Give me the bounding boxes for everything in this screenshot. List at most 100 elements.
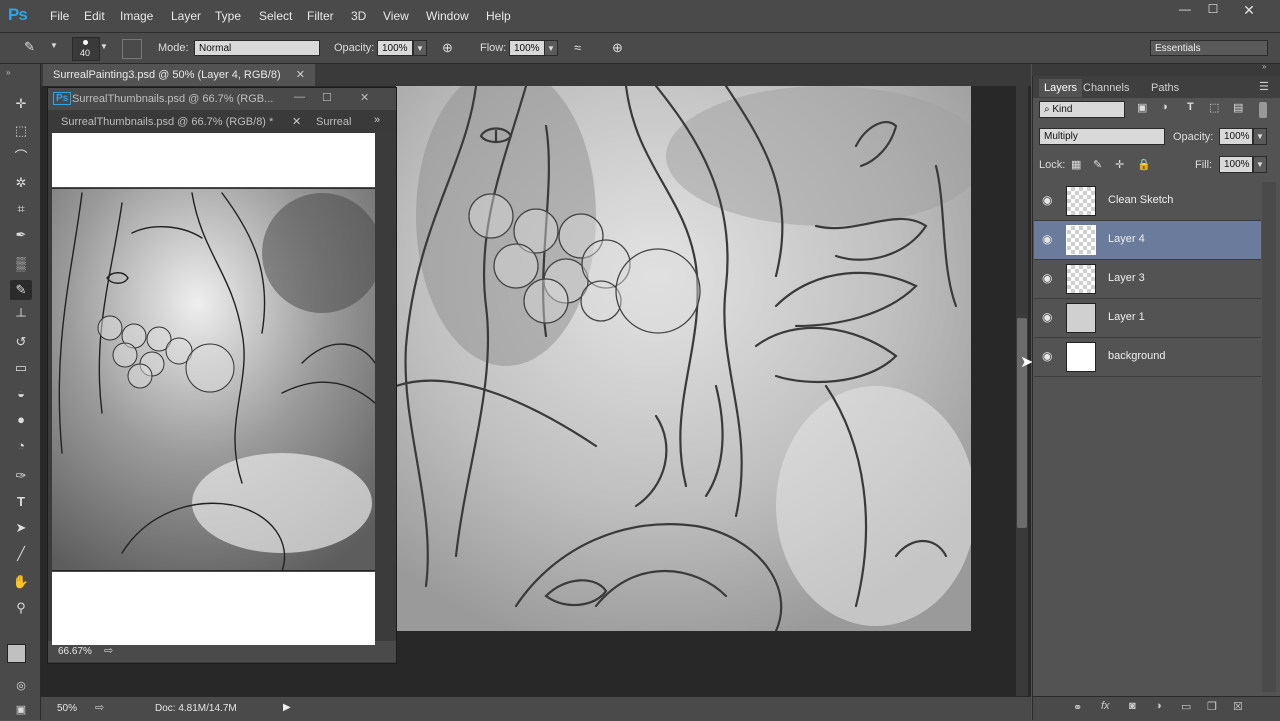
link-layers-icon[interactable]: ⚭ [1073,701,1082,714]
main-canvas[interactable] [396,86,971,631]
history-brush-tool-icon[interactable]: ↺ [10,332,32,352]
delete-layer-icon[interactable]: ☒ [1233,700,1243,713]
menu-edit[interactable]: Edit [84,9,105,23]
screen-mode-icon[interactable]: ▣ [10,700,32,720]
menu-file[interactable]: File [50,9,69,23]
thumbnail-canvas[interactable] [52,133,375,645]
collapse-panels-icon[interactable]: » [1262,62,1266,71]
menu-view[interactable]: View [383,9,409,23]
floating-zoom-level[interactable]: 66.67% [58,646,92,657]
floating-tab-2[interactable]: Surreal [316,116,351,128]
workspace-select[interactable]: Essentials [1150,40,1268,56]
flow-input[interactable]: 100% [509,40,545,56]
lock-transparent-icon[interactable]: ▦ [1071,158,1081,171]
eye-icon[interactable]: ◉ [1042,232,1052,246]
opacity-input[interactable]: 100% [377,40,413,56]
collapse-icon[interactable]: » [6,68,10,77]
layer-filter-kind-select[interactable]: ⌕ Kind [1039,101,1125,118]
chevron-down-icon[interactable]: ▼ [50,41,58,50]
canvas-vertical-scrollbar[interactable] [1016,86,1028,696]
layer-row-clean-sketch[interactable]: ◉ Clean Sketch [1034,182,1261,221]
share-icon[interactable]: ⇨ [104,644,113,657]
move-tool-icon[interactable]: ✛ [10,94,32,114]
fill-dropdown-icon[interactable]: ▼ [1253,156,1267,173]
adjustment-layer-icon[interactable]: ◑ [1155,700,1162,712]
close-icon[interactable]: ✕ [1236,2,1262,18]
layer-opacity-dropdown-icon[interactable]: ▼ [1253,128,1267,145]
zoom-tool-icon[interactable]: ⚲ [10,598,32,618]
lock-image-icon[interactable]: ✎ [1093,158,1102,171]
add-mask-icon[interactable]: ◙ [1129,700,1136,712]
eye-icon[interactable]: ◉ [1042,193,1052,207]
tab-paths[interactable]: Paths [1151,79,1179,97]
menu-select[interactable]: Select [259,9,292,23]
type-tool-icon[interactable]: T [10,492,32,512]
filter-toggle-switch[interactable] [1259,102,1267,118]
tab-layers[interactable]: Layers [1039,79,1083,97]
minimize-icon[interactable]: — [1172,2,1198,18]
hand-tool-icon[interactable]: ✋ [10,572,32,592]
menu-image[interactable]: Image [120,9,153,23]
crop-tool-icon[interactable]: ⌗ [10,199,32,219]
brush-panel-toggle-icon[interactable] [122,39,142,59]
new-layer-icon[interactable]: ❐ [1207,700,1217,713]
paint-bucket-tool-icon[interactable]: ◒ [10,384,32,404]
floating-window-titlebar[interactable]: Ps SurrealThumbnails.psd @ 66.7% (RGB...… [48,88,396,110]
maximize-icon[interactable]: ☐ [1200,2,1226,18]
eye-icon[interactable]: ◉ [1042,349,1052,363]
document-tab-main[interactable]: SurrealPainting3.psd @ 50% (Layer 4, RGB… [43,64,315,86]
pressure-size-icon[interactable]: ⊕ [612,40,623,56]
filter-pixel-icon[interactable]: ▣ [1137,101,1147,114]
blur-tool-icon[interactable]: ● [10,410,32,430]
status-zoom-level[interactable]: 50% [57,703,77,714]
menu-filter[interactable]: Filter [307,9,334,23]
panel-menu-icon[interactable]: ☰ [1259,80,1269,93]
eyedropper-tool-icon[interactable]: ✒ [10,225,32,245]
eye-icon[interactable]: ◉ [1042,310,1052,324]
brush-tool-icon[interactable]: ✎ [24,39,35,55]
dodge-tool-icon[interactable]: ◔ [10,436,32,456]
status-menu-arrow-icon[interactable]: ▶ [283,702,291,713]
floating-tab-1[interactable]: SurrealThumbnails.psd @ 66.7% (RGB/8) * [61,116,273,128]
flow-dropdown-icon[interactable]: ▼ [544,40,558,56]
brush-tool-icon[interactable]: ✎ [10,280,32,300]
line-tool-icon[interactable]: ╱ [10,544,32,564]
maximize-icon[interactable]: ☐ [322,91,332,104]
brush-preset-picker[interactable]: 40 [72,37,100,61]
stamp-tool-icon[interactable]: ┴ [10,306,32,326]
lasso-tool-icon[interactable]: ⌒ [10,147,32,167]
menu-3d[interactable]: 3D [351,9,366,23]
filter-smart-object-icon[interactable]: ▤ [1233,101,1243,114]
blend-mode-select[interactable]: Multiply [1039,128,1165,145]
close-tab-icon[interactable]: ✕ [296,69,305,81]
menu-help[interactable]: Help [486,9,511,23]
airbrush-icon[interactable]: ≈ [574,40,581,55]
marquee-tool-icon[interactable]: ⬚ [10,121,32,141]
eraser-tool-icon[interactable]: ▭ [10,358,32,378]
menu-layer[interactable]: Layer [171,9,201,23]
chevron-down-icon[interactable]: ▼ [100,42,108,51]
layer-row-layer-4[interactable]: ◉ Layer 4 [1034,221,1261,260]
close-tab-icon[interactable]: ✕ [292,115,301,128]
quick-select-tool-icon[interactable]: ✲ [10,173,32,193]
lock-position-icon[interactable]: ✛ [1115,158,1124,171]
foreground-color-swatch[interactable] [7,644,26,663]
minimize-icon[interactable]: — [294,91,305,103]
layer-row-layer-3[interactable]: ◉ Layer 3 [1034,260,1261,299]
lock-all-icon[interactable]: 🔒 [1137,158,1151,171]
layer-row-layer-1[interactable]: ◉ Layer 1 [1034,299,1261,338]
more-tabs-icon[interactable]: » [374,114,380,126]
fill-input[interactable]: 100% [1219,156,1253,173]
mode-select[interactable]: Normal [194,40,320,56]
quick-mask-icon[interactable]: ◎ [10,676,32,696]
pressure-opacity-icon[interactable]: ⊕ [442,40,453,56]
tab-channels[interactable]: Channels [1083,79,1129,97]
healing-tool-icon[interactable]: ▒ [10,254,32,274]
layers-scrollbar[interactable] [1262,182,1276,692]
menu-type[interactable]: Type [215,9,241,23]
pen-tool-icon[interactable]: ✑ [10,466,32,486]
layer-row-background[interactable]: ◉ background [1034,338,1261,377]
filter-shape-icon[interactable]: ⬚ [1209,101,1219,114]
new-group-icon[interactable]: ▭ [1181,700,1191,713]
path-select-tool-icon[interactable]: ➤ [10,518,32,538]
